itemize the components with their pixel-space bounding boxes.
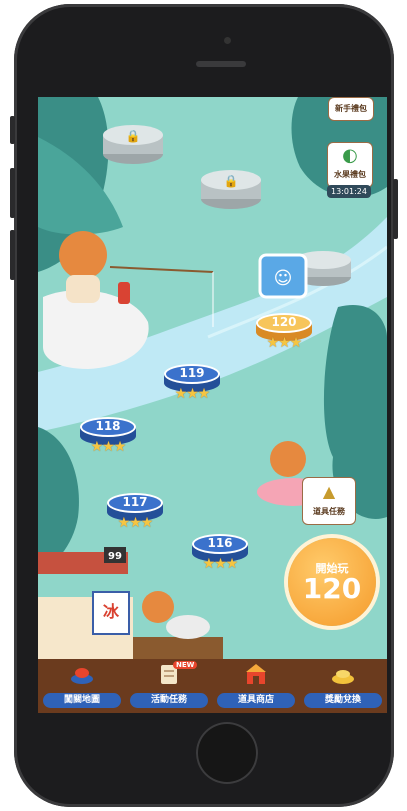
level-number: 120 — [271, 315, 297, 329]
svg-text:🔒: 🔒 — [224, 174, 239, 188]
svg-text:☺: ☺ — [274, 268, 293, 289]
power-button — [393, 179, 398, 239]
mute-switch — [10, 116, 15, 144]
locked-level-top: 🔒 — [103, 125, 163, 164]
start-play-level: 120 — [302, 572, 362, 605]
reward-icon — [331, 663, 355, 685]
locked-level-mid: 🔒 — [201, 170, 261, 209]
nav-map-label: 闖關地圖 — [43, 693, 121, 708]
fruit-gift-label: 水果禮包 — [334, 170, 366, 179]
fruit-gift-button[interactable]: ◐ 水果禮包 — [327, 142, 373, 188]
level-stars: ★★★ — [266, 335, 303, 351]
level-number: 116 — [207, 536, 233, 550]
shop-sign-text: 99 — [108, 551, 122, 562]
new-badge: NEW — [173, 661, 198, 669]
tools-task-label: 道具任務 — [313, 507, 345, 516]
nav-rewards[interactable]: 獎勵兌換 — [299, 659, 386, 713]
level-stars: ★★★ — [117, 515, 154, 531]
fishing-character — [59, 231, 107, 279]
level-number: 117 — [122, 495, 148, 509]
level-stars: ★★★ — [90, 439, 127, 455]
earpiece-speaker — [196, 61, 246, 67]
nav-tasks-label: 活動任務 — [130, 693, 208, 708]
ice-sign-text: 冰 — [103, 602, 120, 621]
nav-shop-label: 道具商店 — [217, 693, 295, 708]
level-number: 119 — [179, 366, 205, 380]
home-button[interactable] — [196, 722, 258, 784]
watermelon-icon: ◐ — [342, 145, 358, 166]
level-node[interactable]: 120 ★★★ — [256, 313, 312, 357]
level-node[interactable]: 118 ★★★ — [80, 417, 136, 461]
game-screen: 🔒 🔒 ☺ 冰 99 新手禮包 ◐ 水果禮包 13:01:24 ▲ 道具任務 開… — [38, 97, 387, 713]
shop-icon — [244, 663, 268, 685]
nav-rewards-label: 獎勵兌換 — [304, 693, 382, 708]
nav-shop[interactable]: 道具商店 — [212, 659, 299, 713]
vendor-character — [142, 591, 174, 623]
level-number: 118 — [95, 419, 121, 433]
start-play-button[interactable]: 開始玩 120 — [288, 538, 376, 626]
level-node[interactable]: 119 ★★★ — [164, 364, 220, 408]
front-camera — [224, 37, 231, 44]
level-node[interactable]: 116 ★★★ — [192, 534, 248, 578]
volume-down-button — [10, 230, 15, 280]
starter-gift-button[interactable]: 新手禮包 — [328, 97, 374, 121]
level-node[interactable]: 117 ★★★ — [107, 493, 163, 537]
level-stars: ★★★ — [174, 386, 211, 402]
map-icon — [70, 663, 94, 685]
svg-text:🔒: 🔒 — [126, 129, 141, 143]
volume-up-button — [10, 168, 15, 218]
tools-task-button[interactable]: ▲ 道具任務 — [302, 477, 356, 525]
bottom-nav-bar: 闖關地圖 NEW 活動任務 道具商店 獎勵兌換 — [38, 659, 387, 713]
nav-tasks[interactable]: NEW 活動任務 — [125, 659, 212, 713]
fruit-gift-timer: 13:01:24 — [327, 185, 371, 198]
nav-map[interactable]: 闖關地圖 — [38, 659, 125, 713]
gold-pile-icon: ▲ — [322, 482, 336, 501]
level-stars: ★★★ — [202, 556, 239, 572]
